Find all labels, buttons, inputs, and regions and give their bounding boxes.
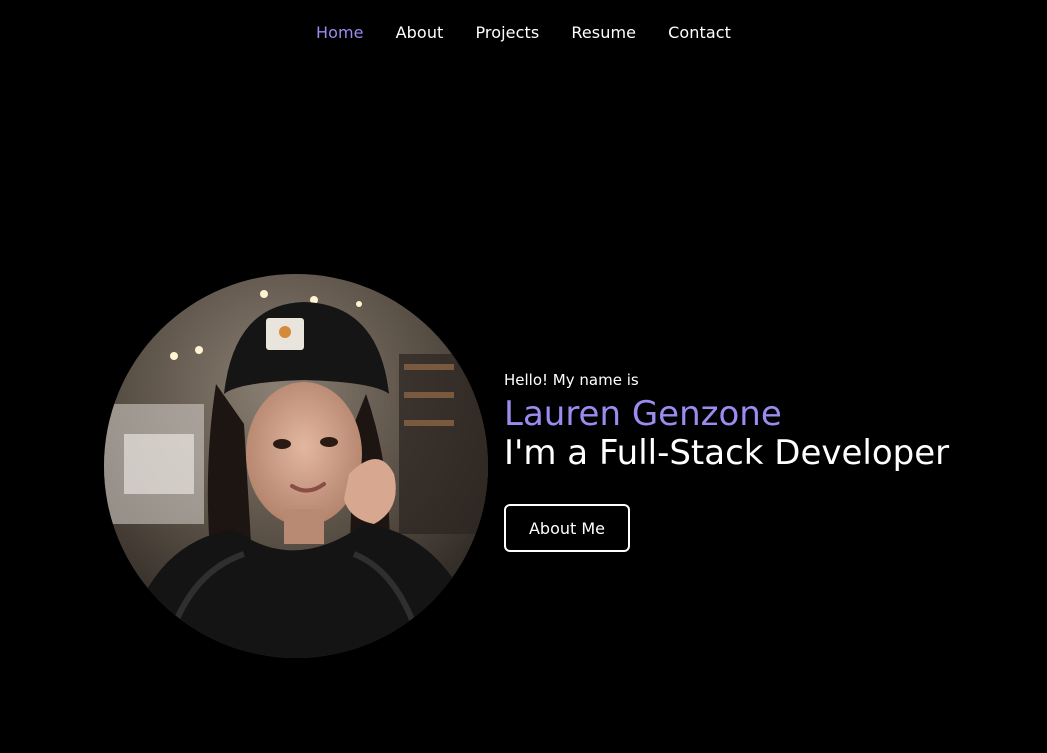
profile-photo bbox=[104, 274, 488, 658]
hero-role: I'm a Full-Stack Developer bbox=[504, 433, 950, 473]
hero-section: Hello! My name is Lauren Genzone I'm a F… bbox=[104, 274, 1004, 658]
profile-photo-illustration bbox=[104, 274, 488, 658]
hero-name: Lauren Genzone bbox=[504, 394, 782, 434]
nav-home-link[interactable]: Home bbox=[300, 22, 380, 44]
about-me-button[interactable]: About Me bbox=[504, 504, 630, 552]
nav-contact-link[interactable]: Contact bbox=[652, 22, 747, 44]
nav-resume-link[interactable]: Resume bbox=[555, 22, 652, 44]
main-nav: Home About Projects Resume Contact bbox=[0, 22, 1047, 44]
nav-about-link[interactable]: About bbox=[380, 22, 460, 44]
greeting-text: Hello! My name is bbox=[504, 371, 639, 389]
nav-projects-link[interactable]: Projects bbox=[459, 22, 555, 44]
hero-intro: Hello! My name is Lauren Genzone I'm a F… bbox=[504, 370, 984, 552]
